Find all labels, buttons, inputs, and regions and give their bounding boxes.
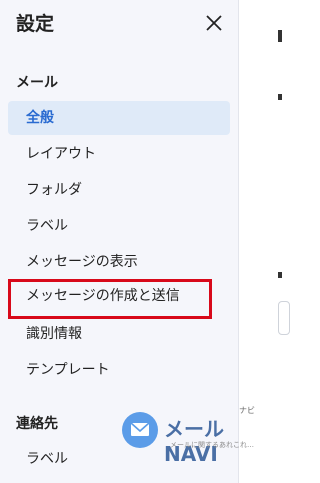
content-fragment — [278, 30, 282, 42]
logo-tagline: メールに関するあれこれ… — [170, 441, 254, 449]
sidebar-item-labels[interactable]: ラベル — [8, 209, 230, 243]
sidebar-item-general[interactable]: 全般 — [8, 101, 230, 135]
section-mail: メール — [16, 75, 58, 91]
close-icon[interactable] — [203, 12, 225, 34]
sidebar-item-identities[interactable]: 識別情報 — [8, 317, 230, 351]
mail-envelope-icon — [122, 412, 158, 448]
sidebar-item-layout[interactable]: レイアウト — [8, 137, 230, 171]
section-contacts: 連絡先 — [16, 416, 58, 432]
sidebar-item-templates[interactable]: テンプレート — [8, 353, 230, 387]
content-input-fragment[interactable] — [278, 301, 290, 335]
content-fragment — [278, 272, 282, 278]
settings-title: 設定 — [16, 13, 55, 35]
content-fragment — [278, 94, 282, 100]
sidebar-item-message-display[interactable]: メッセージの表示 — [8, 245, 230, 279]
sidebar-item-compose-and-send[interactable]: メッセージの作成と送信 — [8, 279, 212, 319]
watermark-logo: ナビ メールNAVI メールに関するあれこれ… — [122, 406, 262, 466]
sidebar-item-folders[interactable]: フォルダ — [8, 173, 230, 207]
